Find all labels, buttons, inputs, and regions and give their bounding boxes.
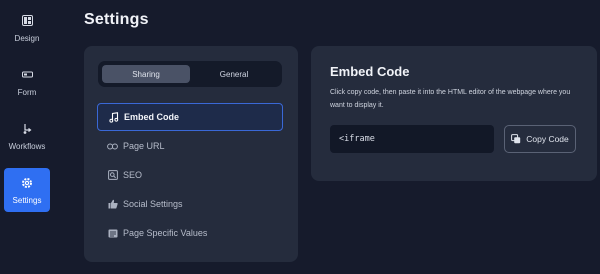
workflow-icon — [20, 122, 34, 136]
rail-item-label: Design — [14, 33, 40, 43]
menu-item-social-settings[interactable]: Social Settings — [97, 190, 283, 218]
rail-item-label: Workflows — [8, 141, 46, 151]
music-note-icon — [108, 111, 119, 123]
rail-item-label: Settings — [12, 195, 42, 205]
menu-item-page-url[interactable]: Page URL — [97, 132, 283, 160]
design-icon — [20, 14, 34, 28]
menu-item-page-specific-values[interactable]: Page Specific Values — [97, 219, 283, 247]
left-rail: Design Form Workflows Settings — [0, 0, 54, 274]
rail-item-label: Form — [17, 87, 37, 97]
thumbs-up-icon — [107, 199, 118, 210]
app-root: Design Form Workflows Settings Settings … — [0, 0, 600, 274]
form-icon — [20, 68, 34, 82]
tab-general[interactable]: General — [190, 65, 278, 83]
tab-switcher: Sharing General — [98, 61, 282, 87]
embed-code-description: Click copy code, then paste it into the … — [330, 89, 571, 109]
embed-code-field[interactable]: <iframe — [330, 125, 494, 153]
seo-icon — [107, 170, 118, 181]
menu-item-seo[interactable]: SEO — [97, 161, 283, 189]
embed-code-card: Embed Code Click copy code, then paste i… — [311, 46, 597, 181]
page-values-icon — [107, 228, 118, 239]
rail-item-design[interactable]: Design — [4, 6, 50, 50]
copy-code-label: Copy Code — [526, 134, 569, 144]
menu-item-label: Embed Code — [124, 112, 180, 122]
rail-item-form[interactable]: Form — [4, 60, 50, 104]
link-icon — [107, 141, 118, 152]
menu-item-label: Social Settings — [123, 199, 183, 209]
menu-item-label: Page Specific Values — [123, 228, 208, 238]
copy-icon — [511, 134, 521, 144]
gear-icon — [20, 176, 34, 190]
tab-sharing[interactable]: Sharing — [102, 65, 190, 83]
menu-item-embed-code[interactable]: Embed Code — [97, 103, 283, 131]
settings-menu-card: Sharing General Embed Code Page URL SEO … — [84, 46, 298, 262]
menu-item-label: SEO — [123, 170, 143, 180]
rail-item-settings[interactable]: Settings — [4, 168, 50, 212]
menu-item-label: Page URL — [123, 141, 165, 151]
page-title: Settings — [84, 11, 149, 28]
embed-code-title: Embed Code — [330, 64, 410, 79]
rail-item-workflows[interactable]: Workflows — [4, 114, 50, 158]
copy-code-button[interactable]: Copy Code — [504, 125, 576, 153]
